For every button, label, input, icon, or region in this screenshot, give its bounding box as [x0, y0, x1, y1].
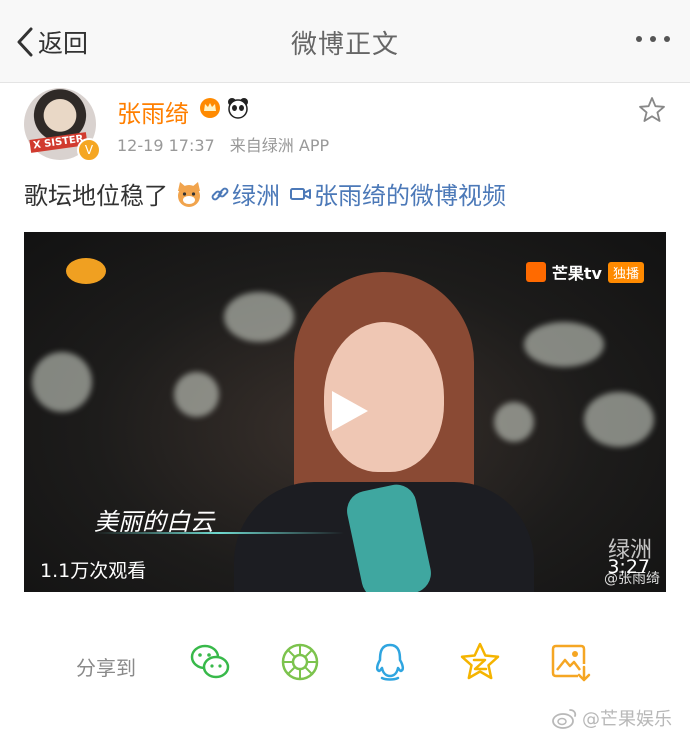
wechat-icon[interactable]: [188, 640, 232, 684]
bokeh-light: [494, 402, 534, 442]
play-icon[interactable]: [324, 387, 372, 435]
post-timestamp: 12-19 17:37: [117, 136, 215, 155]
bokeh-light: [224, 292, 294, 342]
bokeh-light: [32, 352, 92, 412]
bokeh-light: [584, 392, 654, 447]
share-bar: 分享到: [0, 630, 690, 690]
verified-badge-icon: V: [77, 138, 101, 162]
dot-icon: [664, 36, 670, 42]
mango-tv-mark-icon: [525, 262, 546, 282]
vip-crown-icon: [200, 98, 220, 118]
bokeh-light: [524, 322, 604, 367]
save-image-icon[interactable]: [548, 640, 592, 684]
dot-icon: [636, 36, 642, 42]
image-watermark: @芒果娱乐: [552, 705, 672, 731]
oasis-link[interactable]: 绿洲: [210, 176, 280, 211]
share-label: 分享到: [76, 656, 136, 680]
post-body: 歌坛地位稳了 绿洲 张雨绮的微博视频: [24, 176, 506, 211]
mango-tv-logo: 芒果tv 独播: [525, 260, 644, 284]
post-meta: 12-19 17:37 来自绿洲 APP: [117, 132, 339, 156]
panda-badge-icon: [228, 98, 248, 119]
cat-emoji-icon: [178, 181, 200, 207]
link-icon: [211, 187, 229, 200]
weibo-logo-icon: [552, 709, 577, 729]
qq-icon[interactable]: [368, 640, 412, 684]
post-text: 歌坛地位稳了: [24, 182, 168, 210]
view-count: 1.1万次观看: [40, 560, 147, 582]
video-camera-icon: [290, 187, 311, 200]
lyric-underline: [94, 532, 344, 534]
watermark-text: @芒果娱乐: [582, 709, 672, 730]
exclusive-tag: 独播: [607, 261, 644, 283]
oasis-link-label: 绿洲: [232, 182, 280, 210]
qzone-icon[interactable]: [458, 640, 502, 684]
favorite-star-icon[interactable]: [638, 96, 666, 124]
mango-tv-name: 芒果tv: [551, 264, 602, 283]
post-source: 来自绿洲 APP: [229, 136, 330, 155]
moments-icon[interactable]: [278, 640, 322, 684]
video-link-label: 张雨绮的微博视频: [314, 182, 506, 210]
more-options-button[interactable]: [636, 36, 670, 42]
bokeh-light: [174, 372, 219, 417]
dot-icon: [650, 36, 656, 42]
video-link[interactable]: 张雨绮的微博视频: [290, 176, 506, 211]
page-title: 微博正文: [290, 30, 399, 60]
hunan-tv-logo: [66, 258, 106, 284]
video-player[interactable]: 芒果tv 独播 美丽的白云 1.1万次观看 绿洲 3:27 @张雨绮: [24, 232, 666, 592]
author-name[interactable]: 张雨绮: [117, 94, 189, 129]
top-nav-bar: 返回 微博正文: [0, 0, 690, 83]
video-user-watermark: @张雨绮: [604, 571, 660, 587]
